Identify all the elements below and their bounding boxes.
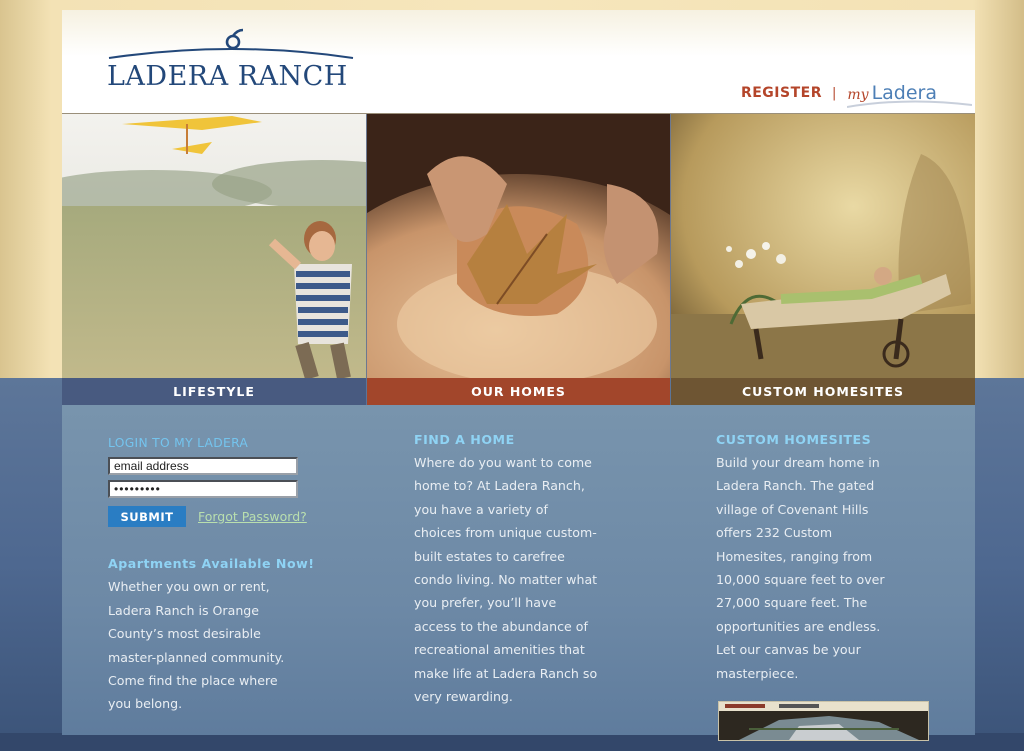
find-home-column: FIND A HOME Where do you want to come ho… (414, 431, 654, 708)
text-line: masterpiece. (716, 665, 799, 681)
text-line: Ladera Ranch. The gated (716, 478, 875, 494)
magazine-cover-image (719, 702, 928, 740)
text-line: access to the abundance of (414, 618, 588, 634)
text-line: Where do you want to come (414, 455, 592, 470)
text-line: home to? At Ladera Ranch, (414, 478, 585, 494)
find-home-heading[interactable]: FIND A HOME (414, 431, 654, 448)
woman-on-chaise-photo (671, 114, 975, 378)
text-line: Whether you own or rent, (108, 579, 270, 595)
text-line: Come find the place where (108, 673, 278, 689)
leaf-in-hands-photo (367, 114, 671, 378)
forgot-password-link[interactable]: Forgot Password? (198, 505, 307, 528)
hero-image-our-homes[interactable] (367, 114, 671, 378)
text-line: master-planned community. (108, 649, 285, 665)
text-line: very rewarding. (414, 689, 513, 705)
text-line: County’s most desirable (108, 626, 261, 642)
my-ladera-link[interactable]: my Ladera (847, 82, 973, 108)
text-line: 27,000 square feet. The (716, 595, 868, 611)
custom-homesites-heading[interactable]: CUSTOM HOMESITES (716, 431, 941, 448)
text-line: you prefer, you’ll have (414, 595, 557, 611)
hero-image-custom-homesites[interactable] (671, 114, 975, 378)
text-line: make life at Ladera Ranch so (414, 665, 598, 681)
text-line: you belong. (108, 696, 183, 712)
nav-our-homes[interactable]: OUR HOMES (367, 378, 670, 405)
magazine-cover-thumbnail[interactable] (718, 701, 929, 741)
ladera-ranch-logo[interactable]: LADERA RANCH (107, 28, 357, 98)
text-line: offers 232 Custom (716, 525, 833, 541)
text-line: recreational amenities that (414, 642, 585, 658)
text-line: village of Covenant Hills (716, 501, 869, 517)
text-line: condo living. No matter what (414, 572, 598, 588)
text-line: built estates to carefree (414, 548, 565, 564)
text-line: 10,000 square feet to over (716, 572, 885, 588)
header-separator: | (831, 85, 837, 101)
apartments-heading[interactable]: Apartments Available Now! (108, 555, 348, 572)
nav-custom-homesites[interactable]: CUSTOM HOMESITES (671, 378, 975, 405)
site-header: LADERA RANCH REGISTER | my Ladera (62, 10, 975, 114)
swoosh-icon (847, 100, 973, 108)
text-line: opportunities are endless. (716, 618, 881, 634)
custom-homesites-column: CUSTOM HOMESITES Build your dream home i… (716, 431, 941, 685)
email-field[interactable]: email address (108, 457, 298, 475)
text-line: Build your dream home in (716, 455, 880, 470)
text-line: Ladera Ranch is Orange (108, 602, 260, 618)
content-panel: LOGIN TO MY LADERA email address •••••••… (62, 405, 975, 741)
nav-lifestyle[interactable]: LIFESTYLE (62, 378, 366, 405)
text-line: Let our canvas be your (716, 642, 861, 658)
apartments-text: Whether you own or rent, Ladera Ranch is… (108, 575, 348, 715)
text-line: choices from unique custom- (414, 525, 597, 541)
custom-homesites-text: Build your dream home in Ladera Ranch. T… (716, 451, 941, 685)
login-column: LOGIN TO MY LADERA email address •••••••… (108, 431, 348, 716)
text-line: Homesites, ranging from (716, 548, 873, 564)
logo-text: LADERA RANCH (107, 61, 348, 92)
register-link[interactable]: REGISTER (741, 85, 822, 101)
submit-button[interactable]: SUBMIT (108, 506, 186, 528)
login-actions: SUBMIT Forgot Password? (108, 505, 348, 528)
find-home-text: Where do you want to come home to? At La… (414, 451, 654, 708)
login-title: LOGIN TO MY LADERA (108, 436, 249, 450)
password-field[interactable]: ••••••••• (108, 480, 298, 498)
hero-image-lifestyle[interactable] (62, 114, 366, 378)
text-line: you have a variety of (414, 501, 548, 517)
boy-with-airplane-photo (62, 114, 366, 378)
header-links: REGISTER | my Ladera (741, 78, 973, 108)
